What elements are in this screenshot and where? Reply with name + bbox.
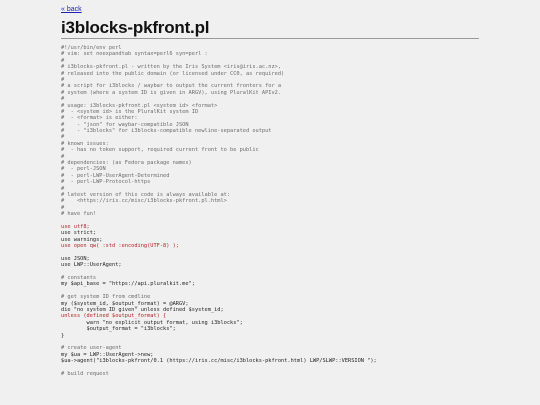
page-title: i3blocks-pkfront.pl [61,18,210,37]
code-listing: #!/usr/bin/env perl # vim: set noexpandta… [61,45,491,377]
code-line: # build request [61,370,109,377]
back-link[interactable]: « back [61,6,82,13]
title-divider [61,38,479,39]
page: « back i3blocks-pkfront.pl #!/usr/bin/en… [0,0,540,405]
